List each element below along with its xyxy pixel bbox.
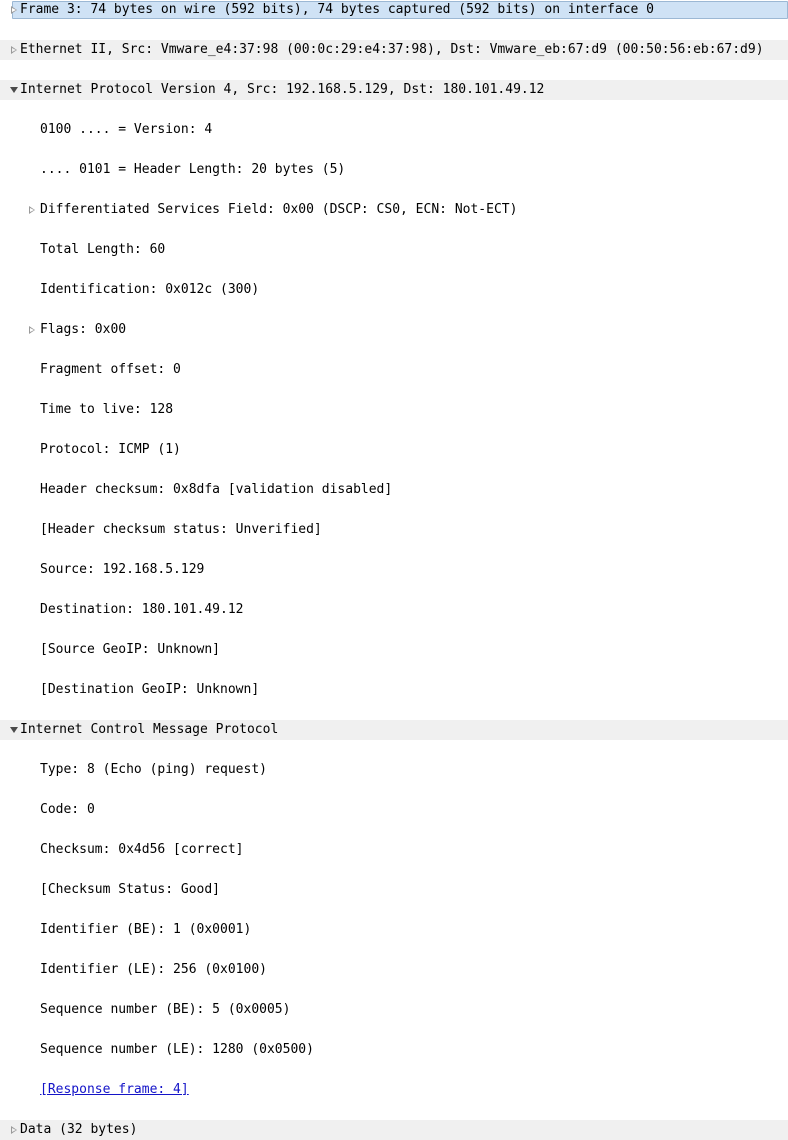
tree-row-label: Total Length: 60 [40,240,165,260]
tree-row-label: Differentiated Services Field: 0x00 (DSC… [40,200,517,220]
tree-row-label: [Source GeoIP: Unknown] [40,640,220,660]
tree-row-label: Checksum: 0x4d56 [correct] [40,840,244,860]
tree-row-ip-version[interactable]: 0100 .... = Version: 4 [0,120,788,140]
tree-row-ipv4[interactable]: Internet Protocol Version 4, Src: 192.16… [0,80,788,100]
tree-row-label: Sequence number (BE): 5 (0x0005) [40,1000,290,1020]
tree-row-icmp-response-frame-link[interactable]: [Response frame: 4] [0,1080,788,1100]
tree-row-label[interactable]: [Response frame: 4] [40,1080,189,1100]
tree-row-ip-source-geoip[interactable]: [Source GeoIP: Unknown] [0,640,788,660]
tree-row-label: .... 0101 = Header Length: 20 bytes (5) [40,160,345,180]
triangle-glyph [10,87,18,93]
tree-row-ethernet-ii[interactable]: Ethernet II, Src: Vmware_e4:37:98 (00:0c… [0,40,788,60]
triangle-glyph [29,206,35,214]
expand-triangle-icon[interactable] [26,200,40,220]
tree-row-label: Ethernet II, Src: Vmware_e4:37:98 (00:0c… [20,40,764,60]
tree-row-icmp-identifier-le[interactable]: Identifier (LE): 256 (0x0100) [0,960,788,980]
packet-details-tree[interactable]: Frame 3: 74 bytes on wire (592 bits), 74… [0,0,788,589]
tree-row-ip-header-length[interactable]: .... 0101 = Header Length: 20 bytes (5) [0,160,788,180]
tree-row-label: Sequence number (LE): 1280 (0x0500) [40,1040,314,1060]
expand-triangle-icon[interactable] [26,320,40,340]
tree-row-label: Type: 8 (Echo (ping) request) [40,760,267,780]
tree-row-label: Identifier (BE): 1 (0x0001) [40,920,251,940]
tree-row-label: [Destination GeoIP: Unknown] [40,680,259,700]
tree-row-label: Destination: 180.101.49.12 [40,600,244,620]
tree-row-icmp-code[interactable]: Code: 0 [0,800,788,820]
tree-row-ip-flags[interactable]: Flags: 0x00 [0,320,788,340]
tree-row-ip-fragment-offset[interactable]: Fragment offset: 0 [0,360,788,380]
tree-row-icmp-sequence-le[interactable]: Sequence number (LE): 1280 (0x0500) [0,1040,788,1060]
tree-row-ip-destination-geoip[interactable]: [Destination GeoIP: Unknown] [0,680,788,700]
triangle-glyph [11,46,17,54]
tree-row-label: Header checksum: 0x8dfa [validation disa… [40,480,392,500]
tree-row-icmp-data[interactable]: Data (32 bytes) [0,1120,788,1140]
tree-row-label: 0100 .... = Version: 4 [40,120,212,140]
tree-row-label: Time to live: 128 [40,400,173,420]
tree-row-frame-summary[interactable]: Frame 3: 74 bytes on wire (592 bits), 74… [0,0,788,20]
tree-row-label: Flags: 0x00 [40,320,126,340]
tree-row-label: Internet Control Message Protocol [20,720,278,740]
tree-row-label: Fragment offset: 0 [40,360,181,380]
tree-row-label: Protocol: ICMP (1) [40,440,181,460]
tree-row-label: [Header checksum status: Unverified] [40,520,322,540]
tree-row-label: Internet Protocol Version 4, Src: 192.16… [20,80,544,100]
triangle-glyph [10,727,18,733]
tree-row-label: Code: 0 [40,800,95,820]
tree-row-label: Identification: 0x012c (300) [40,280,259,300]
tree-row-icmp-sequence-be[interactable]: Sequence number (BE): 5 (0x0005) [0,1000,788,1020]
tree-row-icmp-identifier-be[interactable]: Identifier (BE): 1 (0x0001) [0,920,788,940]
tree-row-ip-destination[interactable]: Destination: 180.101.49.12 [0,600,788,620]
triangle-glyph [11,6,17,14]
tree-row-label: Data (32 bytes) [20,1120,137,1140]
triangle-glyph [29,326,35,334]
tree-row-ip-header-checksum-status[interactable]: [Header checksum status: Unverified] [0,520,788,540]
tree-row-ip-protocol[interactable]: Protocol: ICMP (1) [0,440,788,460]
tree-row-ip-header-checksum[interactable]: Header checksum: 0x8dfa [validation disa… [0,480,788,500]
tree-row-ip-ttl[interactable]: Time to live: 128 [0,400,788,420]
tree-row-ip-identification[interactable]: Identification: 0x012c (300) [0,280,788,300]
tree-row-icmp-type[interactable]: Type: 8 (Echo (ping) request) [0,760,788,780]
tree-row-icmp-checksum-status[interactable]: [Checksum Status: Good] [0,880,788,900]
tree-row-ip-source[interactable]: Source: 192.168.5.129 [0,560,788,580]
tree-row-label: Source: 192.168.5.129 [40,560,204,580]
triangle-glyph [11,1126,17,1134]
tree-row-icmp-checksum[interactable]: Checksum: 0x4d56 [correct] [0,840,788,860]
tree-row-label: Identifier (LE): 256 (0x0100) [40,960,267,980]
tree-row-ip-dsfield[interactable]: Differentiated Services Field: 0x00 (DSC… [0,200,788,220]
tree-row-label: [Checksum Status: Good] [40,880,220,900]
tree-row-label: Frame 3: 74 bytes on wire (592 bits), 74… [20,0,654,20]
tree-row-icmp[interactable]: Internet Control Message Protocol [0,720,788,740]
tree-row-ip-total-length[interactable]: Total Length: 60 [0,240,788,260]
